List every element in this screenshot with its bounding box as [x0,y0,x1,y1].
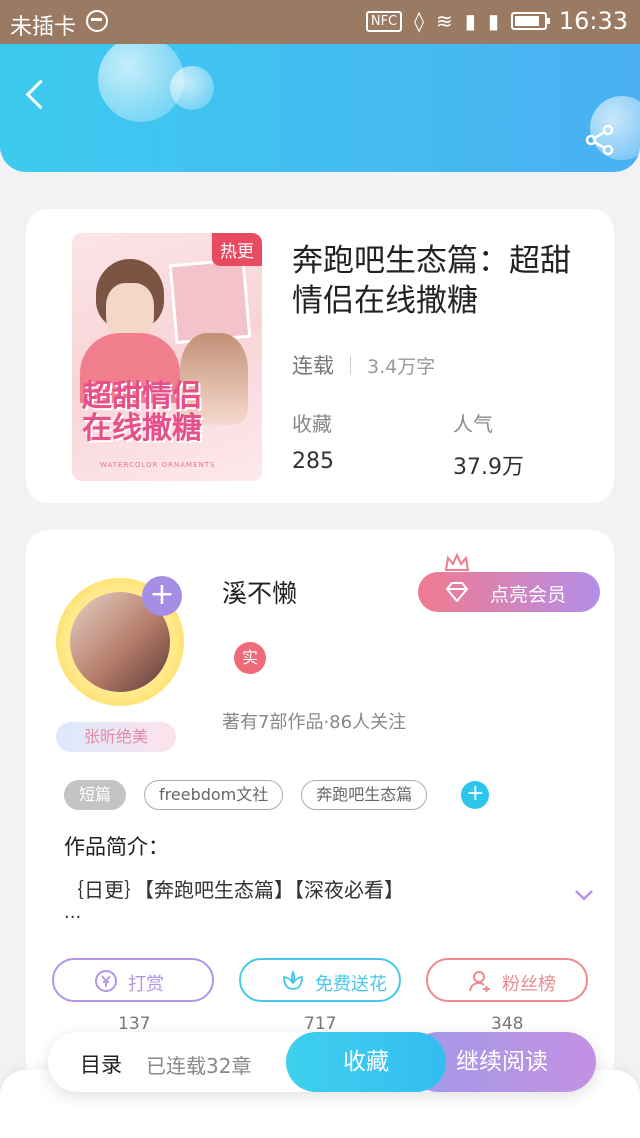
add-tag-button[interactable]: + [461,781,490,809]
send-flower-label: 免费送花 [315,974,387,995]
book-title: 奔跑吧生态篇：超甜情侣在线撒糖 [292,243,571,319]
yen-coin-icon [95,970,117,992]
collect-label: 收藏 [343,1049,389,1075]
verified-badge: 实 [234,642,266,674]
tag-list: 短篇 freebdom文社 奔跑吧生态篇 + [64,780,490,810]
intro-ellipsis: ... [64,902,82,923]
tip-count: 137 [118,1014,151,1034]
book-info-card: 超甜情侣在线撒糖 WATERCOLOR ORNAMENTS 热更 奔跑吧生态篇：… [26,209,614,503]
popularity-count: 37.9万 [453,455,524,480]
tip-button[interactable]: 打赏 [52,958,214,1002]
tip-label: 打赏 [128,974,164,995]
favorites-count: 285 [292,449,334,474]
follow-plus-button[interactable]: + [142,576,182,616]
user-rank-icon [469,971,490,992]
header-banner [0,44,640,172]
cover-boy-face [106,283,154,339]
hot-update-badge: 热更 [212,233,262,266]
chapter-count[interactable]: 已连载32章 [146,1050,251,1079]
book-cover[interactable]: 超甜情侣在线撒糖 WATERCOLOR ORNAMENTS 热更 [72,233,262,481]
author-stats: 著有7部作品·86人关注 [222,712,407,733]
wifi-icon: ≋ [436,9,453,33]
tag-publisher[interactable]: freebdom文社 [144,780,284,810]
bottom-action-bar: 目录 已连载32章 继续阅读 收藏 [48,1032,596,1092]
toc-button[interactable]: 目录 [80,1049,122,1079]
popularity-label: 人气 [453,412,493,436]
serial-status: 连载 [292,354,334,378]
carrier-label: 未插卡 [10,15,77,40]
steering-wheel-icon [86,10,108,32]
decor-bubble [170,66,214,110]
intro-text: ｛日更｝【奔跑吧生态篇】【深夜必看】 [64,878,404,902]
clock: 16:33 [558,7,628,35]
cover-footer-text: WATERCOLOR ORNAMENTS [100,461,216,469]
tag-short-story[interactable]: 短篇 [64,780,127,810]
send-flower-button[interactable]: 免费送花 [239,958,401,1002]
diamond-icon [446,582,468,602]
back-button[interactable] [22,78,46,114]
share-icon[interactable] [584,124,616,156]
sim-1-icon: ▮ [464,9,476,33]
crown-icon [444,552,470,571]
continue-reading-label: 继续阅读 [456,1049,548,1075]
vip-label: 点亮会员 [490,584,567,606]
word-count: 3.4万字 [367,355,436,378]
author-name[interactable]: 溪不懒 [222,574,297,610]
flower-icon [283,969,303,990]
book-meta: 连载 3.4万字 [292,350,435,380]
collect-button[interactable]: 收藏 [286,1032,446,1092]
fan-rank-label: 粉丝榜 [502,974,556,995]
fan-tag: 张昕绝美 [56,722,176,752]
cover-title-art: 超甜情侣在线撒糖 [82,379,202,446]
flower-count: 717 [304,1014,337,1034]
favorites-label: 收藏 [292,412,332,436]
nfc-icon: NFC [365,10,403,32]
tag-series[interactable]: 奔跑吧生态篇 [301,780,428,810]
fan-rank-button[interactable]: 粉丝榜 [426,958,588,1002]
fan-rank-count: 348 [491,1014,524,1034]
status-bar: 未插卡 NFC ◊ ≋ ▮ ▮ 16:33 [0,0,640,44]
cover-polaroid [168,257,252,345]
divider [350,356,351,374]
intro-heading: 作品简介： [64,835,169,859]
vip-button[interactable]: 点亮会员 [418,572,600,612]
chevron-down-icon[interactable] [574,888,594,902]
vibrate-icon: ◊ [414,9,425,33]
sim-2-icon: ▮ [487,9,499,33]
battery-icon [510,12,550,30]
